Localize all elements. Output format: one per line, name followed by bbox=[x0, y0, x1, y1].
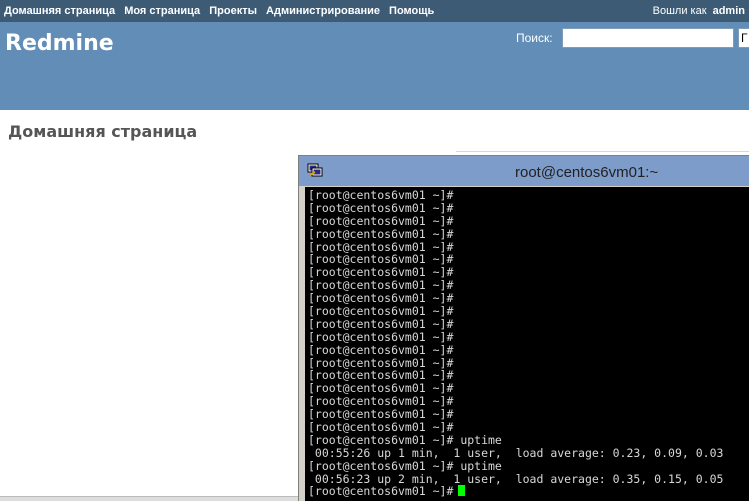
logged-as-label: Вошли как bbox=[652, 5, 707, 17]
terminal-line-text: [root@centos6vm01 ~]# bbox=[308, 226, 454, 241]
terminal-line-text: [root@centos6vm01 ~]# bbox=[308, 239, 454, 254]
menu-projects-link[interactable]: Проекты bbox=[209, 5, 257, 17]
terminal-line-text: [root@centos6vm01 ~]# bbox=[308, 304, 454, 319]
terminal-line-text: [root@centos6vm01 ~]# bbox=[308, 188, 454, 202]
search-input[interactable] bbox=[562, 28, 734, 48]
terminal-line-text: [root@centos6vm01 ~]# bbox=[308, 200, 454, 215]
terminal-line-text: [root@centos6vm01 ~]# bbox=[308, 355, 454, 370]
terminal-line-text: [root@centos6vm01 ~]# bbox=[308, 342, 454, 357]
project-select[interactable]: Г bbox=[738, 28, 749, 48]
terminal-line-text: [root@centos6vm01 ~]# uptime bbox=[308, 458, 502, 473]
terminal-screen[interactable]: [root@centos6vm01 ~]# [root@centos6vm01 ~… bbox=[305, 187, 749, 501]
menu-administration-link[interactable]: Администрирование bbox=[266, 5, 380, 17]
menu-help-link[interactable]: Помощь bbox=[389, 5, 434, 17]
terminal-line-text: [root@centos6vm01 ~]# bbox=[308, 381, 454, 396]
terminal-line-text: [root@centos6vm01 ~]# bbox=[308, 484, 454, 499]
logged-as-user-link[interactable]: admin bbox=[713, 5, 745, 17]
terminal-line-text: [root@centos6vm01 ~]# bbox=[308, 329, 454, 344]
terminal-line-text: [root@centos6vm01 ~]# bbox=[308, 394, 454, 409]
header: Redmine Поиск: Г bbox=[0, 22, 749, 110]
terminal-line: [root@centos6vm01 ~]# bbox=[308, 485, 723, 498]
menu-home-link[interactable]: Домашняя страница bbox=[4, 5, 115, 17]
putty-icon[interactable] bbox=[307, 163, 323, 177]
terminal-line-text: [root@centos6vm01 ~]# bbox=[308, 278, 454, 293]
terminal-line-text: [root@centos6vm01 ~]# bbox=[308, 213, 454, 228]
search-label: Поиск: bbox=[516, 31, 553, 45]
terminal-line-text: [root@centos6vm01 ~]# bbox=[308, 316, 454, 331]
terminal-line-text: [root@centos6vm01 ~]# bbox=[308, 252, 454, 267]
terminal-line-text: [root@centos6vm01 ~]# bbox=[308, 265, 454, 280]
page-bottom-divider bbox=[0, 496, 300, 501]
top-menu: Домашняя страница Моя страница Проекты А… bbox=[0, 0, 749, 22]
page-title: Домашняя страница bbox=[8, 122, 198, 141]
terminal-line-text: [root@centos6vm01 ~]# bbox=[308, 407, 454, 422]
terminal-title: root@centos6vm01:~ bbox=[515, 164, 659, 181]
logged-as: Вошли как admin bbox=[653, 5, 745, 17]
terminal-line-text: [root@centos6vm01 ~]# bbox=[308, 420, 454, 435]
menu-my-page-link[interactable]: Моя страница bbox=[124, 5, 200, 17]
top-menu-links: Домашняя страница Моя страница Проекты А… bbox=[4, 5, 440, 17]
terminal-cursor bbox=[458, 485, 466, 497]
terminal-line-text: 00:55:26 up 1 min, 1 user, load average:… bbox=[308, 445, 724, 460]
site-title[interactable]: Redmine bbox=[5, 31, 114, 56]
terminal-line-text: [root@centos6vm01 ~]# uptime bbox=[308, 432, 502, 447]
terminal-window[interactable]: root@centos6vm01:~ [root@centos6vm01 ~]#… bbox=[298, 155, 749, 501]
terminal-line-text: [root@centos6vm01 ~]# bbox=[308, 368, 454, 383]
terminal-output: [root@centos6vm01 ~]# [root@centos6vm01 ~… bbox=[308, 189, 723, 498]
terminal-line-text: 00:56:23 up 2 min, 1 user, load average:… bbox=[308, 471, 724, 486]
terminal-line-text: [root@centos6vm01 ~]# bbox=[308, 291, 454, 306]
terminal-title-bar[interactable]: root@centos6vm01:~ bbox=[299, 156, 749, 186]
